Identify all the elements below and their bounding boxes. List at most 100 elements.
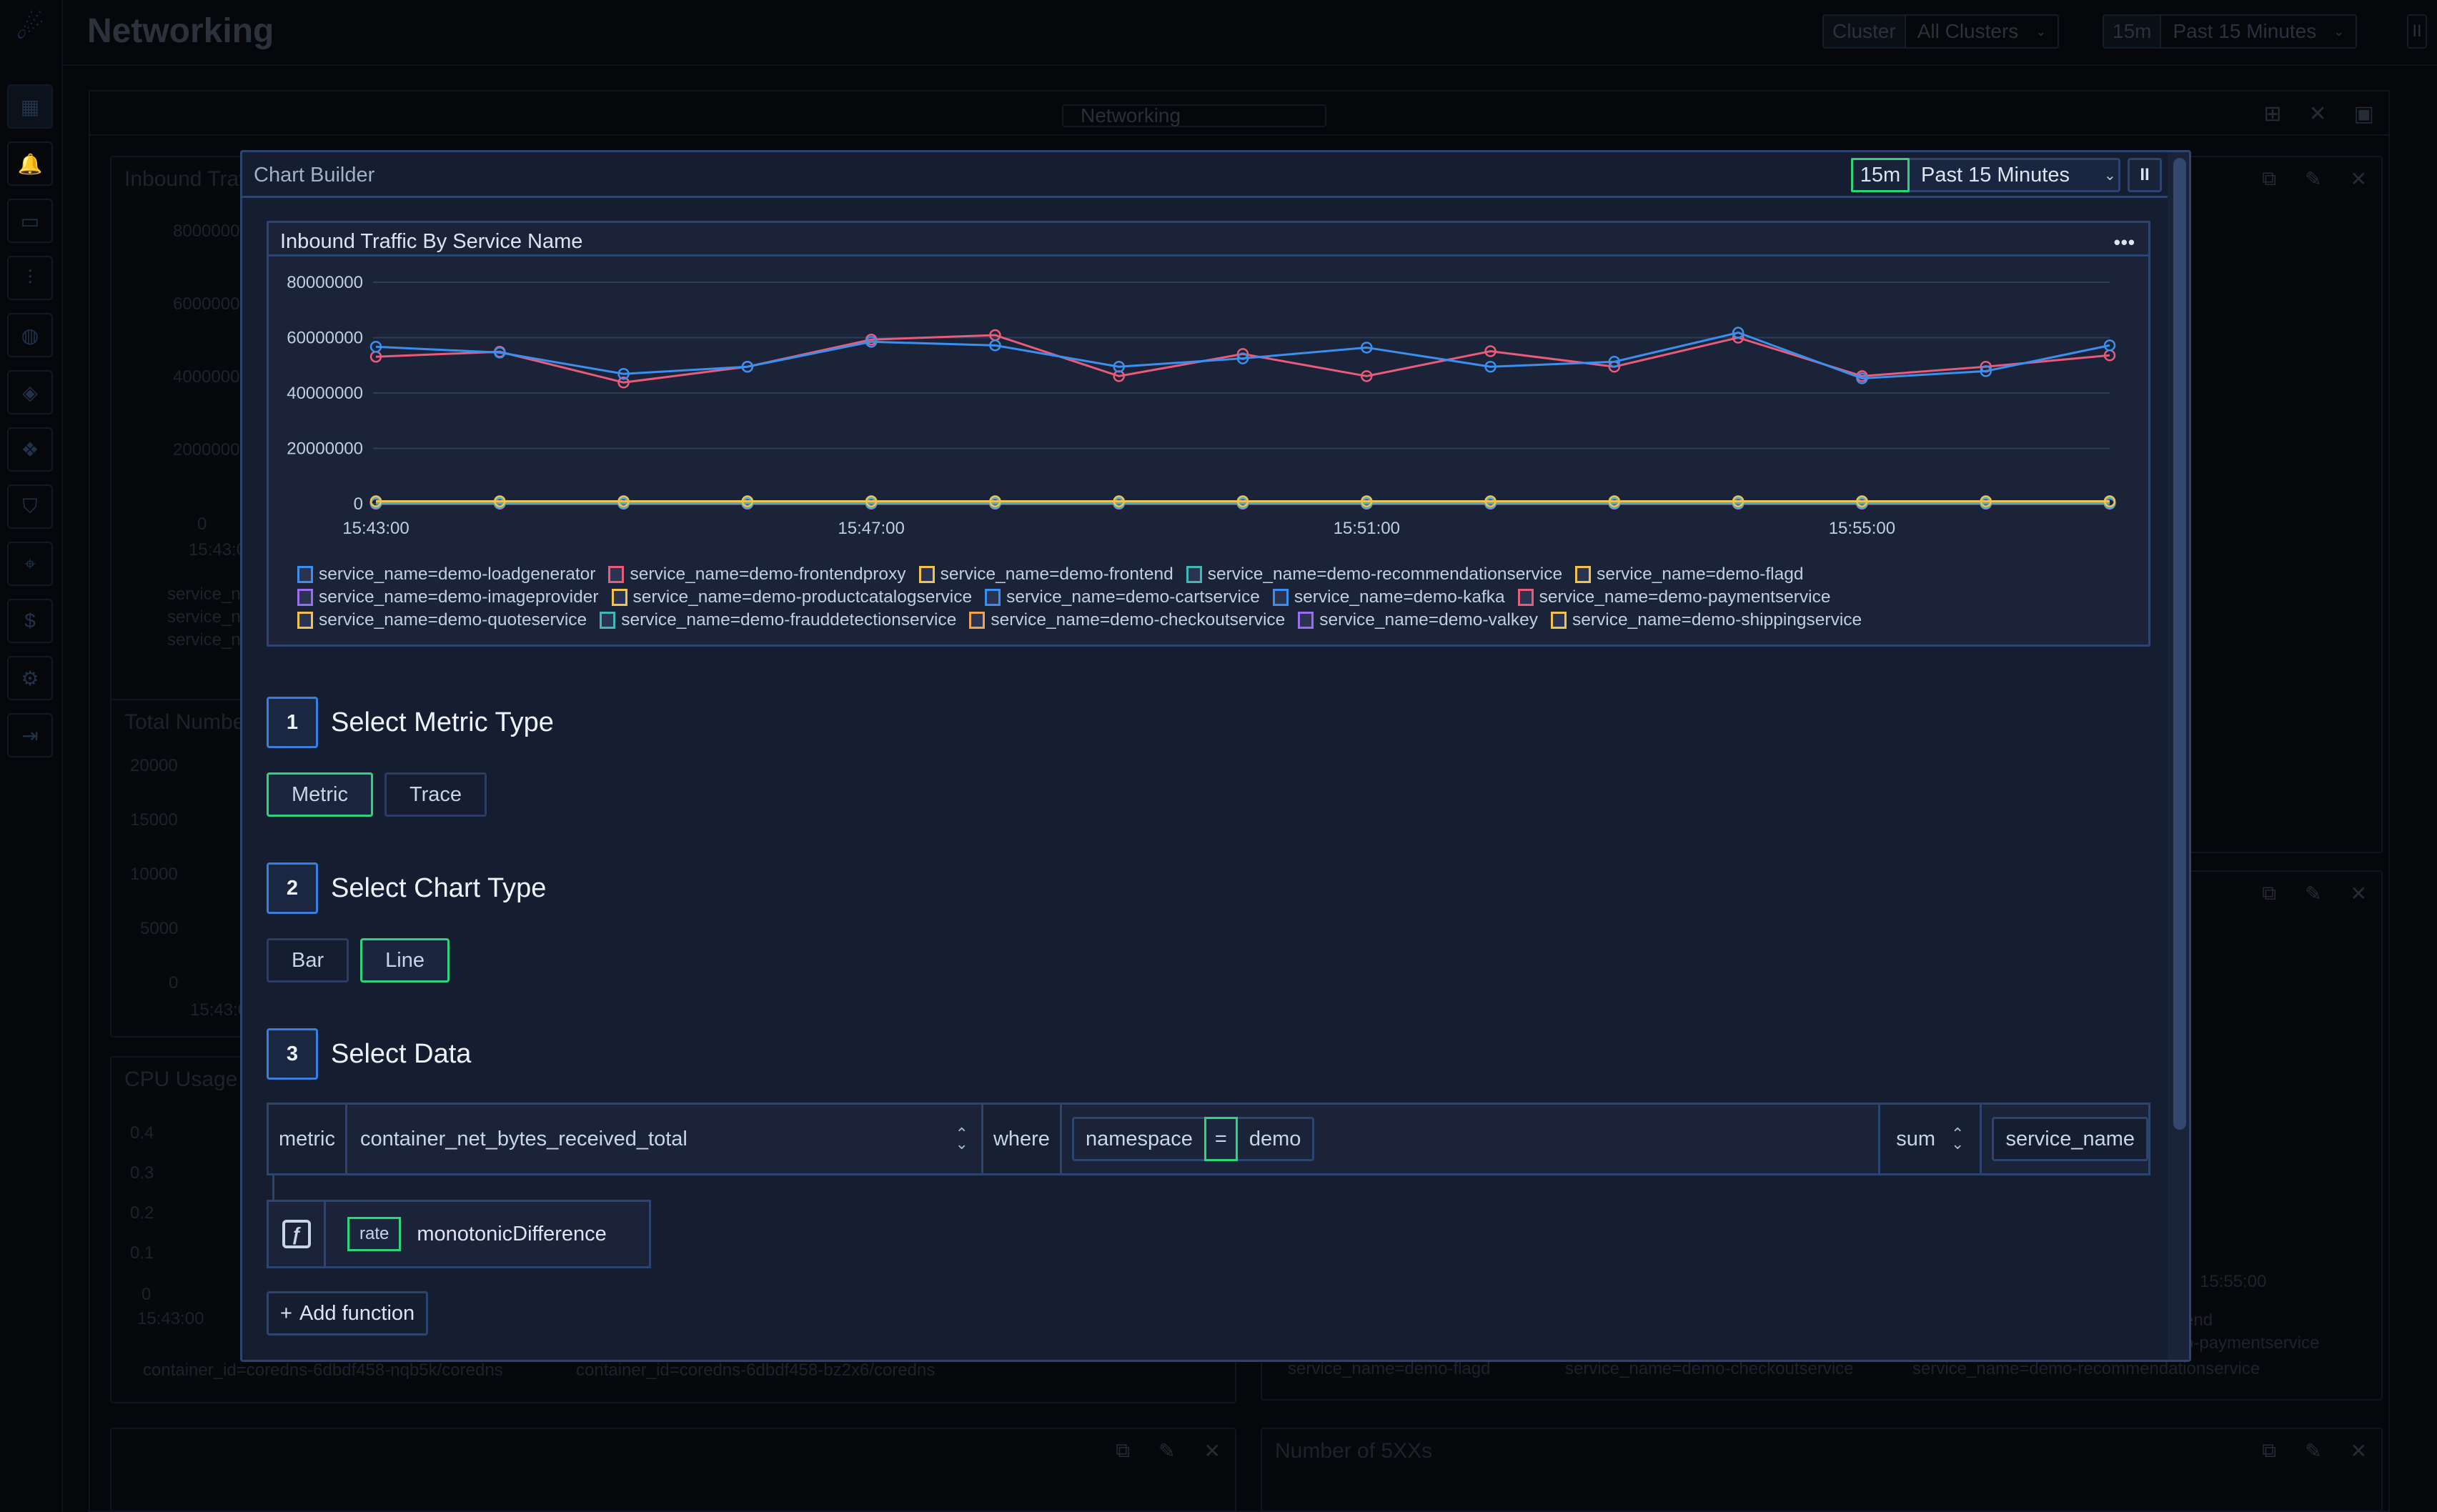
- save-icon[interactable]: ▣: [2354, 101, 2374, 126]
- waveform-icon: ⫶: [27, 266, 33, 289]
- legend-item[interactable]: service_name=demo-valkey: [1298, 609, 1538, 632]
- modal-scrollbar[interactable]: [2168, 152, 2189, 1360]
- legend-item[interactable]: service_name=demo-frontend: [918, 563, 1173, 586]
- sidebar-item-bell[interactable]: 🔔: [7, 141, 53, 186]
- legend-item: service_n: [167, 585, 241, 604]
- legend-swatch[interactable]: [600, 612, 616, 629]
- legend-item[interactable]: service_name=demo-imageprovider: [297, 586, 599, 609]
- legend-swatch[interactable]: [985, 589, 1001, 606]
- legend-swatch[interactable]: [918, 566, 935, 583]
- legend-item[interactable]: service_name=demo-cartservice: [985, 586, 1260, 609]
- pause-button[interactable]: II: [2128, 158, 2162, 192]
- legend-item[interactable]: service_name=demo-productcatalogservice: [611, 586, 972, 609]
- group-by-chip[interactable]: service_name: [1992, 1117, 2148, 1161]
- legend-swatch[interactable]: [1575, 566, 1592, 583]
- metric-type-options: Metric Trace: [267, 772, 487, 817]
- map-icon: ◈: [22, 381, 38, 404]
- close-icon[interactable]: ✕: [2351, 167, 2367, 191]
- legend-item[interactable]: service_name=demo-flagd: [1575, 563, 1804, 586]
- more-options-icon[interactable]: •••: [2114, 232, 2135, 254]
- dashboard-name-input[interactable]: Networking: [1062, 104, 1326, 127]
- edit-icon[interactable]: ✎: [2305, 1439, 2321, 1463]
- cluster-selector[interactable]: Cluster All Clusters ⌄: [1822, 14, 2060, 49]
- legend-label: service_name=demo-quoteservice: [319, 610, 587, 630]
- sidebar-item-logout[interactable]: ⇥: [7, 713, 53, 757]
- sidebar-item-dollar[interactable]: $: [7, 599, 53, 643]
- y-tick-label: 60000000: [287, 329, 363, 348]
- sidebar-item-shield[interactable]: ⛉: [7, 484, 53, 529]
- sidebar-item-dashboard[interactable]: ▦: [7, 84, 53, 129]
- sidebar-item-monitor[interactable]: ▭: [7, 199, 53, 243]
- metric-select[interactable]: container_net_bytes_received_total ⌃ ⌄: [347, 1105, 983, 1173]
- legend-swatch[interactable]: [608, 566, 625, 583]
- legend-item[interactable]: service_name=demo-loadgenerator: [297, 563, 595, 586]
- close-icon[interactable]: ✕: [2351, 882, 2367, 905]
- sidebar-item-globe[interactable]: ◍: [7, 313, 53, 357]
- close-icon[interactable]: ✕: [2309, 101, 2327, 126]
- legend-item: service_name=demo-flagd: [1288, 1359, 1491, 1378]
- time-range-short[interactable]: 15m: [1851, 158, 1910, 192]
- legend-item[interactable]: service_name=demo-paymentservice: [1517, 586, 1831, 609]
- sidebar-item-telescope[interactable]: ⌖: [7, 542, 53, 586]
- legend-item[interactable]: service_name=demo-frontendproxy: [608, 563, 906, 586]
- chart-type-options: Bar Line: [267, 938, 450, 983]
- pause-button[interactable]: II: [2407, 14, 2427, 49]
- filter-value[interactable]: demo: [1238, 1119, 1313, 1159]
- legend-swatch[interactable]: [1272, 589, 1289, 606]
- time-range-value: Past 15 Minutes: [2173, 20, 2317, 42]
- step-title: Select Chart Type: [331, 872, 547, 903]
- legend-swatch[interactable]: [1298, 612, 1314, 629]
- duplicate-icon[interactable]: ⧉: [2262, 882, 2276, 905]
- legend-item[interactable]: service_name=demo-checkoutservice: [969, 609, 1285, 632]
- legend-label: service_name=demo-kafka: [1294, 587, 1505, 607]
- sidebar-item-gear[interactable]: ⚙: [7, 656, 53, 700]
- duplicate-icon[interactable]: ⧉: [2262, 1439, 2276, 1463]
- legend-swatch[interactable]: [297, 566, 313, 583]
- filter-operator[interactable]: =: [1203, 1117, 1238, 1161]
- sidebar-item-map[interactable]: ◈: [7, 370, 53, 414]
- filter-chip[interactable]: namespace = demo: [1071, 1117, 1315, 1161]
- option-bar[interactable]: Bar: [267, 938, 349, 983]
- aggregation-value: sum: [1896, 1127, 1936, 1150]
- filter-add-area[interactable]: [1314, 1105, 1881, 1173]
- add-chart-icon[interactable]: ⊞: [2263, 101, 2281, 126]
- sidebar-item-cubes[interactable]: ❖: [7, 427, 53, 472]
- duplicate-icon[interactable]: ⧉: [1116, 1439, 1130, 1463]
- option-trace[interactable]: Trace: [384, 772, 487, 817]
- edit-icon[interactable]: ✎: [2305, 167, 2321, 191]
- aggregation-select[interactable]: sum ⌃ ⌄: [1880, 1105, 1982, 1173]
- scrollbar-thumb[interactable]: [2173, 158, 2186, 1130]
- legend-swatch[interactable]: [1551, 612, 1567, 629]
- page-title: Networking: [87, 12, 274, 50]
- x-tick-label: 15:47:00: [838, 519, 904, 538]
- legend-item[interactable]: service_name=demo-kafka: [1272, 586, 1505, 609]
- time-range-selector[interactable]: 15m Past 15 Minutes ⌄: [2103, 14, 2358, 49]
- legend-swatch[interactable]: [297, 589, 313, 606]
- modal-time-range-selector[interactable]: 15m Past 15 Minutes ⌄: [1851, 158, 2120, 192]
- legend-swatch[interactable]: [611, 589, 627, 606]
- option-metric[interactable]: Metric: [267, 772, 373, 817]
- close-icon[interactable]: ✕: [1204, 1439, 1221, 1463]
- function-name[interactable]: monotonicDifference: [417, 1223, 606, 1246]
- filter-key[interactable]: namespace: [1074, 1119, 1204, 1159]
- legend-swatch[interactable]: [1517, 589, 1534, 606]
- sidebar-item-waveform[interactable]: ⫶: [7, 256, 53, 300]
- add-function-button[interactable]: + Add function: [267, 1291, 429, 1336]
- step-number: 2: [267, 862, 318, 914]
- legend-swatch[interactable]: [297, 612, 313, 629]
- legend-item[interactable]: service_name=demo-frauddetectionservice: [600, 609, 956, 632]
- legend-label: service_name=demo-recommendationservice: [1207, 564, 1563, 584]
- legend-item[interactable]: service_name=demo-recommendationservice: [1186, 563, 1562, 586]
- function-tag[interactable]: rate: [347, 1217, 402, 1251]
- close-icon[interactable]: ✕: [2351, 1439, 2367, 1463]
- legend-item[interactable]: service_name=demo-shippingservice: [1551, 609, 1862, 632]
- legend-swatch[interactable]: [969, 612, 986, 629]
- edit-icon[interactable]: ✎: [2305, 882, 2321, 905]
- duplicate-icon[interactable]: ⧉: [2262, 167, 2276, 191]
- legend-swatch[interactable]: [1186, 566, 1202, 583]
- option-line[interactable]: Line: [360, 938, 450, 983]
- dashboard-header: Networking ⊞ ✕ ▣: [90, 91, 2388, 136]
- tick-label: 15:43:00: [137, 1309, 204, 1328]
- edit-icon[interactable]: ✎: [1158, 1439, 1175, 1463]
- legend-item[interactable]: service_name=demo-quoteservice: [297, 609, 587, 632]
